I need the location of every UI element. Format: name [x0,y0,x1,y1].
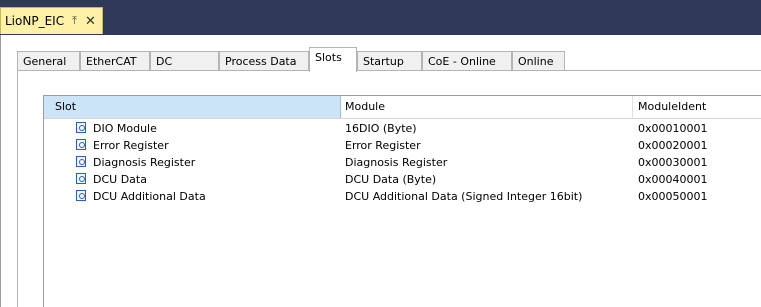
module-icon [76,122,86,133]
tab-strip: General EtherCAT DC Process Data Slots S… [17,47,761,72]
tab-process-data[interactable]: Process Data [219,51,309,70]
tab-label: Online [518,54,554,68]
module-ident: 0x00030001 [638,156,708,169]
module-name: DCU Data (Byte) [345,173,437,186]
module-name: Error Register [345,139,421,152]
slot-name: DIO Module [93,122,157,135]
document-tab[interactable]: LioNP_EIC ⤒ ✕ [0,7,103,34]
slot-name: Error Register [93,139,169,152]
module-name: DCU Additional Data (Signed Integer 16bi… [345,190,583,203]
module-ident: 0x00020001 [638,139,708,152]
list-header: Slot Module ModuleIdent [44,96,761,119]
tab-startup[interactable]: Startup [357,51,422,70]
tab-dc[interactable]: DC [150,51,219,70]
module-icon [76,139,86,150]
module-ident: 0x00050001 [638,190,708,203]
document-tab-title: LioNP_EIC [5,14,65,28]
module-icon [76,156,86,167]
slot-name: DCU Data [93,173,147,186]
module-ident: 0x00040001 [638,173,708,186]
slots-list[interactable]: Slot Module ModuleIdent DIO Module 16DIO… [43,95,761,307]
module-icon [76,173,86,184]
column-header-slot[interactable]: Slot [44,96,341,118]
table-row[interactable]: Diagnosis Register Diagnosis Register 0x… [44,155,761,171]
tab-general[interactable]: General [17,51,80,70]
close-icon[interactable]: ✕ [85,14,96,29]
column-header-moduleident[interactable]: ModuleIdent [633,96,761,118]
tab-coe-online[interactable]: CoE - Online [422,51,512,70]
tab-label: General [23,54,67,68]
column-header-module[interactable]: Module [341,96,633,118]
slot-name: Diagnosis Register [93,156,196,169]
module-name: 16DIO (Byte) [345,122,417,135]
pin-icon[interactable]: ⤒ [72,14,77,28]
table-row[interactable]: Error Register Error Register 0x00020001 [44,138,761,154]
table-row[interactable]: DCU Additional Data DCU Additional Data … [44,189,761,205]
tab-ethercat[interactable]: EtherCAT [80,51,150,70]
table-row[interactable]: DIO Module 16DIO (Byte) 0x00010001 [44,121,761,137]
title-bar: LioNP_EIC ⤒ ✕ [0,0,761,35]
slot-name: DCU Additional Data [93,190,206,203]
tab-label: Process Data [225,54,297,68]
module-icon [76,190,86,201]
table-row[interactable]: DCU Data DCU Data (Byte) 0x00040001 [44,172,761,188]
editor-panel: General EtherCAT DC Process Data Slots S… [0,35,761,307]
slots-page: Slot Module ModuleIdent DIO Module 16DIO… [17,71,761,307]
tab-label: EtherCAT [86,54,137,68]
tab-label: DC [156,54,173,68]
tab-label: CoE - Online [428,54,496,68]
module-ident: 0x00010001 [638,122,708,135]
tab-label: Slots [315,51,342,64]
tab-label: Startup [363,54,404,68]
tab-online[interactable]: Online [512,51,565,70]
tab-slots[interactable]: Slots [309,47,357,72]
module-name: Diagnosis Register [345,156,448,169]
